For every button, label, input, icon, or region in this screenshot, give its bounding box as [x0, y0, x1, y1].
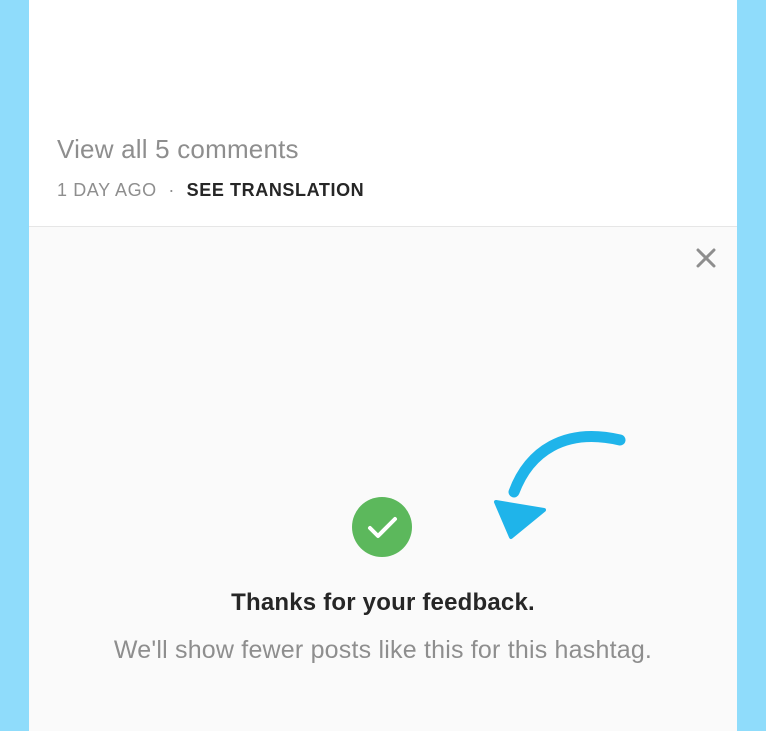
see-translation-link[interactable]: SEE TRANSLATION — [187, 180, 365, 200]
view-all-comments-link[interactable]: View all 5 comments — [57, 134, 299, 165]
meta-separator: · — [168, 180, 175, 200]
close-button[interactable] — [691, 243, 721, 273]
feedback-panel: Thanks for your feedback. We'll show few… — [29, 227, 737, 731]
post-meta: 1 DAY AGO · SEE TRANSLATION — [57, 180, 364, 201]
curved-arrow-annotation-icon — [494, 431, 626, 539]
feedback-message: We'll show fewer posts like this for thi… — [113, 636, 653, 664]
feedback-title: Thanks for your feedback. — [231, 589, 535, 616]
check-circle-icon — [352, 497, 412, 557]
close-icon — [696, 248, 716, 268]
post-footer: View all 5 comments 1 DAY AGO · SEE TRAN… — [29, 0, 737, 227]
post-card: View all 5 comments 1 DAY AGO · SEE TRAN… — [29, 0, 737, 731]
post-timestamp: 1 DAY AGO — [57, 180, 157, 200]
